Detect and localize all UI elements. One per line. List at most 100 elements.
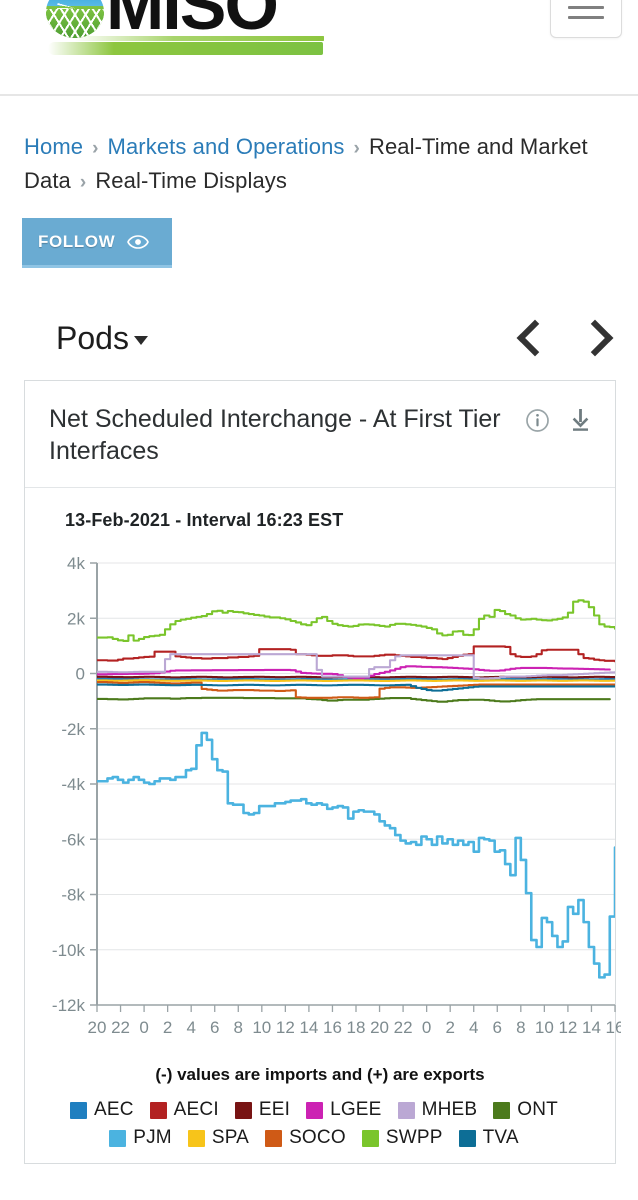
legend-label-lgee: LGEE <box>330 1099 382 1121</box>
legend-swatch-eei <box>234 1101 252 1119</box>
breadcrumb-separator-icon: › <box>92 138 99 159</box>
svg-text:16: 16 <box>323 1018 342 1037</box>
chart-title: Net Scheduled Interchange - At First Tie… <box>49 405 501 466</box>
svg-text:4: 4 <box>186 1018 195 1037</box>
logo-swoosh-thin <box>74 36 324 41</box>
breadcrumb-separator-icon: › <box>79 172 87 194</box>
svg-text:20: 20 <box>370 1018 389 1037</box>
legend-label-aec: AEC <box>94 1099 134 1121</box>
legend-swatch-pjm <box>109 1129 127 1147</box>
miso-sunrise-logo-icon <box>46 0 104 38</box>
svg-text:-6k: -6k <box>61 830 85 849</box>
legend-label-tva: TVA <box>482 1127 519 1149</box>
follow-button-label: FOLLOW <box>38 231 116 251</box>
svg-text:-10k: -10k <box>52 941 86 960</box>
legend-swatch-spa <box>187 1129 205 1147</box>
miso-logo[interactable]: MISO <box>46 0 326 72</box>
legend-label-spa: SPA <box>211 1127 250 1149</box>
svg-text:-4k: -4k <box>61 775 85 794</box>
svg-text:-2k: -2k <box>61 720 85 739</box>
breadcrumb-item-markets-and-operations[interactable]: Markets and Operations <box>108 134 345 159</box>
chart-footnote: (-) values are imports and (+) are expor… <box>155 1065 485 1085</box>
svg-text:10: 10 <box>535 1018 554 1037</box>
pods-label: Pods <box>56 319 129 356</box>
legend-item-lgee[interactable]: LGEE <box>306 1099 382 1121</box>
chevron-left-icon[interactable] <box>518 317 544 359</box>
svg-text:-12k: -12k <box>52 996 86 1015</box>
caret-down-icon[interactable] <box>133 335 148 345</box>
site-header: MISO <box>0 0 638 96</box>
svg-text:8: 8 <box>234 1018 243 1037</box>
svg-text:4k: 4k <box>67 554 85 573</box>
legend-swatch-tva <box>458 1129 476 1147</box>
chart-interval-label: 13-Feb-2021 - Interval 16:23 EST <box>65 510 344 531</box>
info-circle-icon[interactable] <box>525 408 550 433</box>
svg-text:22: 22 <box>394 1018 413 1037</box>
svg-text:20: 20 <box>88 1018 107 1037</box>
chevron-right-icon[interactable] <box>582 317 608 359</box>
legend-swatch-mheb <box>397 1101 415 1119</box>
legend-item-aec[interactable]: AEC <box>70 1099 134 1121</box>
svg-text:6: 6 <box>210 1018 219 1037</box>
svg-text:12: 12 <box>558 1018 577 1037</box>
legend-label-aeci: AECI <box>173 1099 219 1121</box>
legend-swatch-lgee <box>306 1101 324 1119</box>
svg-text:8: 8 <box>516 1018 525 1037</box>
chart-card-header: Net Scheduled Interchange - At First Tie… <box>25 381 615 489</box>
svg-text:-8k: -8k <box>61 886 85 905</box>
svg-text:14: 14 <box>299 1018 318 1037</box>
follow-button[interactable]: FOLLOW <box>22 218 172 269</box>
pods-dropdown[interactable]: Pods <box>56 320 148 357</box>
chart-card-body: 13-Feb-2021 - Interval 16:23 EST 4k 2k 0 -2… <box>25 488 621 1163</box>
chart-legend: AEC AECI EEI LGEE MHEB ONT PJM SPA SOCO SWPP TVA <box>43 1099 605 1149</box>
legend-swatch-aec <box>70 1101 87 1119</box>
svg-text:4: 4 <box>469 1018 478 1037</box>
svg-text:2: 2 <box>163 1018 172 1037</box>
legend-swatch-soco <box>265 1129 283 1147</box>
pod-pager <box>518 317 608 359</box>
pods-navigation-row: Pods <box>0 308 638 368</box>
svg-text:0: 0 <box>76 665 85 684</box>
breadcrumb: Home › Markets and Operations › Real-Time an… <box>0 96 638 198</box>
legend-swatch-ont <box>493 1101 511 1119</box>
legend-item-tva[interactable]: TVA <box>458 1127 519 1149</box>
svg-text:10: 10 <box>252 1018 271 1037</box>
legend-item-eei[interactable]: EEI <box>234 1099 291 1121</box>
legend-swatch-swpp <box>361 1129 379 1147</box>
svg-text:16: 16 <box>606 1018 621 1037</box>
hamburger-menu-icon[interactable] <box>550 0 622 38</box>
legend-label-ont: ONT <box>517 1099 558 1121</box>
svg-text:14: 14 <box>582 1018 601 1037</box>
legend-label-pjm: PJM <box>133 1127 172 1149</box>
svg-text:2: 2 <box>445 1018 454 1037</box>
legend-item-pjm[interactable]: PJM <box>109 1127 172 1149</box>
legend-item-spa[interactable]: SPA <box>187 1127 250 1149</box>
legend-item-ont[interactable]: ONT <box>493 1099 558 1121</box>
svg-text:22: 22 <box>111 1018 130 1037</box>
chart-plot[interactable]: 4k 2k 0 -2k -4k -6k -8k -10k -12k 20 22 0 2 4 6 8 10 12 14… <box>43 553 621 1061</box>
eye-icon <box>127 234 150 249</box>
download-icon[interactable] <box>568 407 593 433</box>
legend-swatch-aeci <box>149 1101 167 1119</box>
breadcrumb-separator-icon: › <box>353 138 360 159</box>
breadcrumb-item-home[interactable]: Home <box>24 134 83 159</box>
svg-text:0: 0 <box>422 1018 431 1037</box>
logo-swoosh <box>48 42 323 55</box>
logo-wordmark: MISO <box>106 0 279 44</box>
legend-item-swpp[interactable]: SWPP <box>361 1127 443 1149</box>
net-scheduled-interchange-line-chart[interactable]: 4k2k0-2k-4k-6k-8k-10k-12k20 22 0 2 4 6 8 10 12 14… <box>43 553 621 1061</box>
legend-item-soco[interactable]: SOCO <box>265 1127 346 1149</box>
svg-text:0: 0 <box>139 1018 148 1037</box>
chart-card: Net Scheduled Interchange - At First Tie… <box>24 380 621 1165</box>
legend-label-soco: SOCO <box>289 1127 346 1149</box>
svg-text:2k: 2k <box>67 609 85 628</box>
legend-item-mheb[interactable]: MHEB <box>397 1099 478 1121</box>
legend-label-eei: EEI <box>258 1099 291 1121</box>
chart-header-icons <box>525 403 593 433</box>
legend-label-mheb: MHEB <box>421 1099 478 1121</box>
legend-label-swpp: SWPP <box>385 1127 443 1149</box>
svg-text:6: 6 <box>493 1018 502 1037</box>
legend-item-aeci[interactable]: AECI <box>149 1099 219 1121</box>
breadcrumb-item-real-time-displays: Real-Time Displays <box>95 168 288 194</box>
svg-text:18: 18 <box>347 1018 366 1037</box>
